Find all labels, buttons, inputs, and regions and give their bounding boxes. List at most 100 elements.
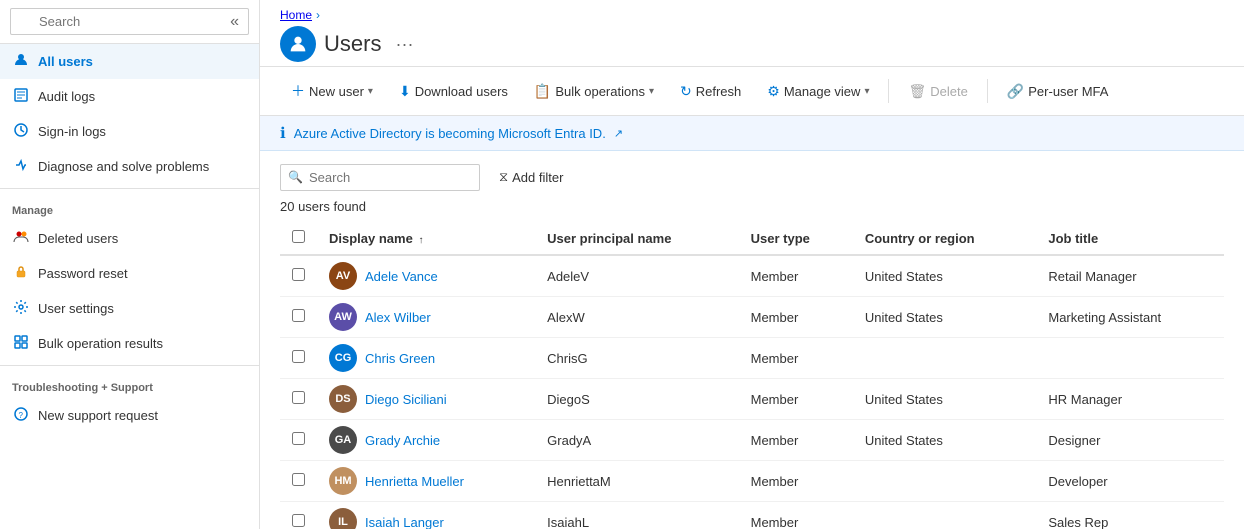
manage-view-icon: ⚙ bbox=[767, 83, 780, 100]
user-upn: ChrisG bbox=[535, 338, 738, 379]
user-country bbox=[853, 502, 1037, 529]
sidebar-item-diagnose[interactable]: Diagnose and solve problems bbox=[0, 149, 259, 184]
avatar-wrap: HMHenrietta Mueller bbox=[329, 467, 523, 495]
sidebar-item-password-reset[interactable]: Password reset bbox=[0, 256, 259, 291]
main-content: Home › Users ··· ＋ New user ▾ bbox=[260, 0, 1244, 529]
new-user-chevron: ▾ bbox=[368, 86, 373, 97]
search-box: 🔍 bbox=[280, 164, 480, 191]
add-filter-label: Add filter bbox=[512, 170, 563, 185]
row-checkbox[interactable] bbox=[292, 432, 305, 445]
toolbar: ＋ New user ▾ ⬇ Download users 📋 Bulk ope… bbox=[260, 67, 1244, 116]
title-row: Users ··· bbox=[280, 26, 1224, 62]
delete-icon: 🗑 bbox=[908, 83, 926, 100]
bulk-operations-label: Bulk operations bbox=[555, 84, 645, 99]
user-job-title bbox=[1036, 338, 1224, 379]
table-row: DSDiego SicilianiDiegoSMemberUnited Stat… bbox=[280, 379, 1224, 420]
user-type-column-header[interactable]: User type bbox=[739, 222, 853, 255]
display-name-column-header[interactable]: Display name ↑ bbox=[317, 222, 535, 255]
row-checkbox[interactable] bbox=[292, 309, 305, 322]
sidebar-item-sign-in-logs[interactable]: Sign-in logs bbox=[0, 114, 259, 149]
bulk-icon: 📋 bbox=[534, 83, 551, 100]
download-users-label: Download users bbox=[415, 84, 508, 99]
filter-icon: ⧖ bbox=[499, 169, 508, 185]
download-icon: ⬇ bbox=[399, 83, 411, 100]
avatar: IL bbox=[329, 508, 357, 529]
add-filter-button[interactable]: ⧖ Add filter bbox=[488, 163, 574, 191]
content-area: 🔍 ⧖ Add filter 20 users found bbox=[260, 151, 1244, 529]
user-upn: GradyA bbox=[535, 420, 738, 461]
job-title-column-header[interactable]: Job title bbox=[1036, 222, 1224, 255]
entra-id-link[interactable]: Azure Active Directory is becoming Micro… bbox=[294, 126, 606, 141]
manage-section-label: Manage bbox=[0, 193, 259, 221]
bulk-operations-chevron: ▾ bbox=[649, 86, 654, 97]
user-type: Member bbox=[739, 420, 853, 461]
country-label: Country or region bbox=[865, 231, 975, 246]
users-table: Display name ↑ User principal name User … bbox=[280, 222, 1224, 529]
more-options-button[interactable]: ··· bbox=[389, 32, 419, 57]
row-checkbox[interactable] bbox=[292, 473, 305, 486]
per-user-mfa-icon: 🔗 bbox=[1007, 83, 1024, 100]
user-name-link[interactable]: Chris Green bbox=[365, 351, 435, 366]
manage-view-button[interactable]: ⚙ Manage view ▾ bbox=[756, 77, 880, 106]
user-job-title: Designer bbox=[1036, 420, 1224, 461]
refresh-label: Refresh bbox=[696, 84, 742, 99]
sidebar-collapse-button[interactable]: « bbox=[230, 13, 239, 31]
page-title: Users bbox=[324, 31, 381, 57]
table-row: CGChris Green ChrisGMember bbox=[280, 338, 1224, 379]
user-name-link[interactable]: Henrietta Mueller bbox=[365, 474, 464, 489]
refresh-button[interactable]: ↻ Refresh bbox=[669, 77, 752, 106]
new-user-button[interactable]: ＋ New user ▾ bbox=[280, 75, 384, 107]
row-checkbox[interactable] bbox=[292, 350, 305, 363]
sidebar-item-bulk-operation-results[interactable]: Bulk operation results bbox=[0, 326, 259, 361]
user-type: Member bbox=[739, 338, 853, 379]
breadcrumb-separator: › bbox=[316, 8, 320, 22]
user-job-title: Sales Rep bbox=[1036, 502, 1224, 529]
toolbar-separator-2 bbox=[987, 79, 988, 103]
sort-arrow-icon: ↑ bbox=[418, 235, 423, 246]
sign-in-logs-icon bbox=[12, 122, 30, 141]
breadcrumb: Home › bbox=[280, 8, 1224, 22]
per-user-mfa-label: Per-user MFA bbox=[1028, 84, 1108, 99]
user-job-title: Developer bbox=[1036, 461, 1224, 502]
sidebar-search-area: 🔍 « bbox=[0, 0, 259, 44]
user-name-link[interactable]: Alex Wilber bbox=[365, 310, 431, 325]
user-name-link[interactable]: Diego Siciliani bbox=[365, 392, 447, 407]
toolbar-separator bbox=[888, 79, 889, 103]
user-upn: AlexW bbox=[535, 297, 738, 338]
user-name-link[interactable]: Grady Archie bbox=[365, 433, 440, 448]
sidebar-item-deleted-users[interactable]: Deleted users bbox=[0, 221, 259, 256]
user-job-title: Retail Manager bbox=[1036, 255, 1224, 297]
sidebar-item-all-users[interactable]: All users bbox=[0, 44, 259, 79]
sidebar-item-all-users-label: All users bbox=[38, 54, 93, 69]
support-request-icon: ? bbox=[12, 406, 30, 425]
user-name-link[interactable]: Isaiah Langer bbox=[365, 515, 444, 529]
breadcrumb-home-link[interactable]: Home bbox=[280, 8, 312, 22]
user-name-link[interactable]: Adele Vance bbox=[365, 269, 438, 284]
upn-column-header[interactable]: User principal name bbox=[535, 222, 738, 255]
table-header-row: Display name ↑ User principal name User … bbox=[280, 222, 1224, 255]
user-type: Member bbox=[739, 461, 853, 502]
download-users-button[interactable]: ⬇ Download users bbox=[388, 77, 519, 106]
row-checkbox[interactable] bbox=[292, 391, 305, 404]
sidebar-navigation: All users Audit logs Sign-in logs Diagno… bbox=[0, 44, 259, 529]
per-user-mfa-button[interactable]: 🔗 Per-user MFA bbox=[996, 77, 1120, 106]
delete-button[interactable]: 🗑 Delete bbox=[897, 77, 978, 106]
sidebar-item-deleted-users-label: Deleted users bbox=[38, 231, 118, 246]
sidebar-item-user-settings[interactable]: User settings bbox=[0, 291, 259, 326]
sidebar-item-audit-logs[interactable]: Audit logs bbox=[0, 79, 259, 114]
user-settings-icon bbox=[12, 299, 30, 318]
sidebar-item-new-support-request[interactable]: ? New support request bbox=[0, 398, 259, 433]
row-checkbox[interactable] bbox=[292, 268, 305, 281]
troubleshooting-section-label: Troubleshooting + Support bbox=[0, 370, 259, 398]
user-upn: HenriettaM bbox=[535, 461, 738, 502]
search-input[interactable] bbox=[280, 164, 480, 191]
avatar-wrap: CGChris Green bbox=[329, 344, 523, 372]
avatar-wrap: AWAlex Wilber bbox=[329, 303, 523, 331]
sidebar-search-input[interactable] bbox=[10, 8, 249, 35]
row-checkbox[interactable] bbox=[292, 514, 305, 527]
new-user-label: New user bbox=[309, 84, 364, 99]
select-all-checkbox[interactable] bbox=[292, 230, 305, 243]
bulk-operations-button[interactable]: 📋 Bulk operations ▾ bbox=[523, 77, 665, 106]
country-column-header[interactable]: Country or region bbox=[853, 222, 1037, 255]
sidebar-item-diagnose-label: Diagnose and solve problems bbox=[38, 159, 209, 174]
